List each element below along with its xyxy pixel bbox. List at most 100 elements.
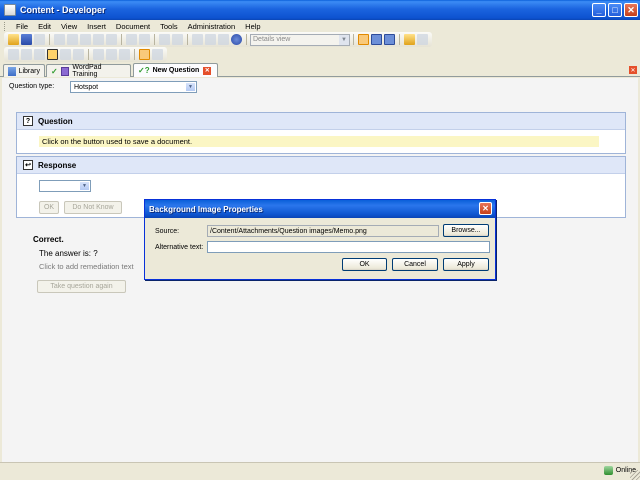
status-bar: Online — [0, 462, 640, 480]
editor-toolbar — [0, 47, 640, 62]
chevron-down-icon: ▼ — [339, 34, 349, 45]
remediation-placeholder[interactable]: Click to add remediation text — [39, 262, 134, 271]
menubar-grip[interactable] — [4, 21, 7, 31]
arrange-icon[interactable] — [106, 49, 117, 60]
feedback-correct: Correct. — [33, 235, 64, 244]
undo-icon[interactable] — [126, 34, 137, 45]
library-icon — [8, 66, 16, 76]
response-icon: ↩ — [23, 160, 33, 170]
insert-frame-icon[interactable] — [8, 49, 19, 60]
save-icon[interactable] — [21, 34, 32, 45]
layout-horizontal-icon[interactable] — [371, 34, 382, 45]
tab-wordpad-training[interactable]: ✓ WordPad Training — [46, 64, 131, 78]
open-folder-icon[interactable] — [8, 34, 19, 45]
move-up-icon[interactable] — [159, 34, 170, 45]
dialog-titlebar[interactable]: Background Image Properties — [145, 200, 495, 218]
question-icon: ? — [23, 116, 33, 126]
response-select[interactable]: ▼ — [39, 180, 91, 192]
menu-bar: File Edit View Insert Document Tools Adm… — [0, 20, 640, 32]
edit-pencil-icon[interactable] — [139, 49, 150, 60]
menu-document[interactable]: Document — [111, 22, 155, 31]
menu-view[interactable]: View — [56, 22, 82, 31]
tab-new-question-label: New Question — [152, 67, 200, 74]
insert-image-icon[interactable] — [60, 49, 71, 60]
close-button[interactable]: ✕ — [624, 3, 638, 17]
source-field: /Content/Attachments/Question images/Mem… — [207, 225, 439, 237]
redo-icon[interactable] — [139, 34, 150, 45]
response-header: ↩ Response — [17, 157, 625, 174]
window-titlebar[interactable]: Content - Developer _ □ ✕ — [0, 0, 640, 20]
print-icon[interactable] — [34, 34, 45, 45]
tab-new-question[interactable]: ✓? New Question ✕ — [133, 63, 218, 77]
dialog-apply-button[interactable]: Apply — [443, 258, 489, 271]
layout-single-icon[interactable] — [358, 34, 369, 45]
document-tabstrip: Library ✓ WordPad Training ✓? New Questi… — [0, 63, 640, 78]
tab-wordpad-label: WordPad Training — [72, 64, 102, 78]
browse-button[interactable]: Browse... — [443, 224, 489, 237]
menu-help[interactable]: Help — [240, 22, 265, 31]
checkmark-icon: ✓ — [51, 66, 58, 76]
chevron-down-icon: ▼ — [186, 83, 195, 91]
preview-icon[interactable] — [152, 49, 163, 60]
wordpad-icon — [60, 66, 70, 76]
source-label: Source: — [155, 228, 180, 235]
view-select[interactable]: Details view ▼ — [250, 33, 350, 46]
maximize-button[interactable]: □ — [608, 3, 622, 17]
copy-icon[interactable] — [67, 34, 78, 45]
link-icon[interactable] — [192, 34, 203, 45]
insert-table-icon[interactable] — [21, 49, 32, 60]
do-not-know-button[interactable]: Do Not Know — [64, 201, 122, 214]
window-title: Content - Developer — [20, 5, 106, 15]
menu-edit[interactable]: Edit — [33, 22, 56, 31]
dialog-ok-button[interactable]: OK — [342, 258, 387, 271]
question-header: ? Question — [17, 113, 625, 130]
menu-tools[interactable]: Tools — [155, 22, 183, 31]
insert-text-icon[interactable] — [34, 49, 45, 60]
menu-file[interactable]: File — [11, 22, 33, 31]
menu-administration[interactable]: Administration — [183, 22, 241, 31]
question-text[interactable]: Click on the button used to save a docum… — [39, 136, 599, 147]
minimize-button[interactable]: _ — [592, 3, 606, 17]
dialog-title: Background Image Properties — [149, 204, 263, 214]
question-header-label: Question — [38, 116, 73, 126]
online-icon — [603, 466, 613, 475]
ok-button[interactable]: OK — [39, 201, 59, 214]
delete-icon[interactable] — [93, 34, 104, 45]
view-select-value: Details view — [253, 36, 291, 43]
dialog-close-button[interactable]: ✕ — [479, 202, 492, 215]
response-header-label: Response — [38, 160, 77, 170]
chevron-down-icon: ▼ — [80, 182, 89, 190]
background-image-icon[interactable] — [47, 49, 58, 60]
move-down-icon[interactable] — [172, 34, 183, 45]
alternative-text-input[interactable] — [207, 241, 490, 253]
question-type-value: Hotspot — [74, 83, 99, 91]
answer-text: The answer is: ? — [39, 249, 98, 258]
group-icon[interactable] — [119, 49, 130, 60]
checkmark-icon: ✓? — [138, 66, 150, 75]
align-icon[interactable] — [93, 49, 104, 60]
close-document-icon[interactable]: ✕ — [629, 66, 637, 74]
standard-toolbar: Details view ▼ — [0, 32, 640, 47]
properties-icon[interactable] — [404, 34, 415, 45]
cut-icon[interactable] — [54, 34, 65, 45]
resize-grip[interactable] — [630, 470, 640, 480]
tab-close-icon[interactable]: ✕ — [203, 66, 212, 75]
tab-library-label: Library — [18, 67, 40, 75]
unlink-icon[interactable] — [205, 34, 216, 45]
hotspot-icon[interactable] — [73, 49, 84, 60]
layout-vertical-icon[interactable] — [384, 34, 395, 45]
take-question-again-button[interactable]: Take question again — [37, 280, 126, 293]
question-type-select[interactable]: Hotspot ▼ — [70, 81, 197, 93]
paste-icon[interactable] — [80, 34, 91, 45]
question-panel: ? Question Click on the button used to s… — [16, 112, 626, 154]
dialog-cancel-button[interactable]: Cancel — [392, 258, 438, 271]
background-image-dialog: Background Image Properties ✕ Source: /C… — [144, 199, 496, 280]
menu-insert[interactable]: Insert — [82, 22, 111, 31]
alternative-text-label: Alternative text: — [155, 244, 204, 251]
tab-library[interactable]: Library — [3, 64, 45, 77]
find-icon[interactable] — [106, 34, 117, 45]
publish-icon[interactable] — [417, 34, 428, 45]
help-icon[interactable] — [231, 34, 242, 45]
spell-check-icon[interactable] — [218, 34, 229, 45]
question-type-label: Question type: — [9, 83, 55, 90]
